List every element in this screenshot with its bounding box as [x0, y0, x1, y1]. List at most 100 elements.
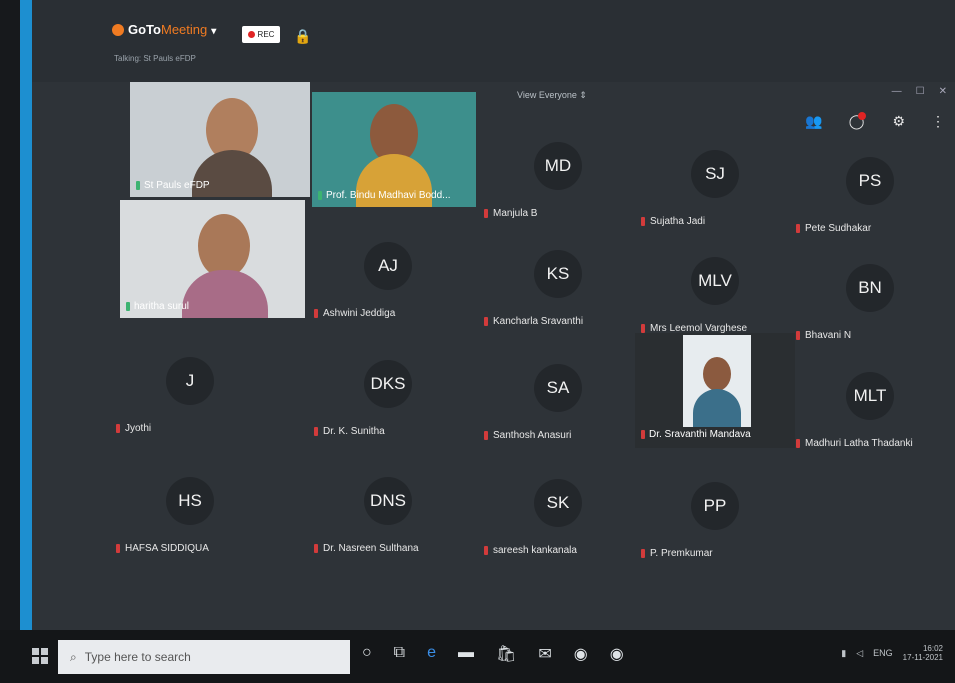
view-selector[interactable]: View Everyone ⇕: [517, 90, 587, 101]
more-icon[interactable]: ⋮: [931, 113, 945, 130]
task-view-icon[interactable]: ⧉: [394, 644, 405, 664]
participant-name: Kancharla Sravanthi: [493, 316, 584, 327]
edge-icon[interactable]: e: [427, 644, 436, 664]
participant-name: Manjula B: [493, 208, 538, 219]
participant-name: sareesh kankanala: [493, 545, 577, 556]
participant-avatar: AJ: [364, 242, 412, 290]
participant-tile[interactable]: DNS Dr. Nasreen Sulthana: [308, 455, 468, 570]
participant-name: Dr. Nasreen Sulthana: [323, 543, 419, 554]
participant-name: haritha surul: [134, 301, 190, 312]
participant-tile[interactable]: SJ Sujatha Jadi: [635, 128, 795, 243]
record-dot-icon: [247, 31, 255, 38]
participant-video: [198, 214, 250, 278]
window-accent-bar: [20, 0, 32, 683]
language-indicator[interactable]: ENG: [873, 648, 893, 658]
mic-muted-icon: [314, 309, 318, 318]
volume-icon[interactable]: ◁: [856, 648, 863, 659]
chevron-updown-icon: ⇕: [579, 90, 587, 100]
video-name-tag: haritha surul: [126, 301, 189, 312]
video-tile[interactable]: Dr. Sravanthi Mandava: [635, 333, 795, 448]
video-tile[interactable]: Prof. Bindu Madhavi Bodd...: [312, 92, 476, 207]
close-icon[interactable]: ✕: [939, 86, 947, 97]
settings-icon[interactable]: ⚙: [892, 113, 905, 130]
mic-icon: [126, 302, 130, 311]
video-tile[interactable]: haritha surul: [120, 200, 305, 318]
brand-secondary: Meeting: [160, 22, 208, 37]
participant-avatar: DKS: [364, 360, 412, 408]
video-tile[interactable]: St Pauls eFDP: [130, 82, 310, 197]
view-selector-label: View Everyone: [517, 90, 577, 100]
mic-muted-icon: [484, 209, 488, 218]
participant-name: Sujatha Jadi: [650, 216, 706, 227]
taskbar-apps: ○ ⧉ e ▬ 🛍 ✉ ◉ ◉: [362, 644, 624, 664]
mic-muted-icon: [484, 317, 488, 326]
lock-icon[interactable]: 🔒: [294, 28, 311, 45]
windows-start-icon[interactable]: [32, 648, 48, 664]
participant-tile[interactable]: BN Bhavani N: [790, 242, 950, 357]
meeting-toolbar: 👥 ◯ ⚙ ⋮: [805, 112, 945, 130]
participant-tile[interactable]: KS Kancharla Sravanthi: [478, 228, 638, 343]
mic-muted-icon: [796, 331, 800, 340]
chrome-profile-icon[interactable]: ◉: [610, 644, 624, 664]
goto-logo-icon: [112, 24, 124, 36]
participant-tile[interactable]: HS HAFSA SIDDIQUA: [110, 455, 270, 570]
record-button[interactable]: REC: [242, 26, 280, 43]
participant-avatar: PS: [846, 157, 894, 205]
search-placeholder: Type here to search: [84, 650, 191, 664]
mic-muted-icon: [116, 424, 120, 433]
participant-tile[interactable]: DKS Dr. K. Sunitha: [308, 338, 468, 453]
talking-indicator: Talking: St Pauls eFDP: [114, 54, 196, 63]
record-label: REC: [257, 30, 275, 39]
chrome-icon[interactable]: ◉: [574, 644, 588, 664]
participant-avatar: MLV: [691, 257, 739, 305]
mic-muted-icon: [641, 217, 645, 226]
mic-muted-icon: [314, 544, 318, 553]
participant-avatar: DNS: [364, 477, 412, 525]
participant-tile[interactable]: AJ Ashwini Jeddiga: [308, 220, 468, 335]
file-explorer-icon[interactable]: ▬: [458, 644, 474, 664]
chevron-down-icon: ▾: [211, 26, 217, 37]
mic-muted-icon: [641, 430, 645, 439]
participant-name: Bhavani N: [805, 330, 852, 341]
clock[interactable]: 16:02 17-11-2021: [903, 644, 943, 662]
participant-avatar: HS: [166, 477, 214, 525]
attendees-icon[interactable]: 👥: [805, 113, 822, 130]
notification-badge: [858, 112, 867, 120]
participant-avatar: SJ: [691, 150, 739, 198]
app-menu[interactable]: GoToMeeting ▾: [112, 22, 216, 37]
participant-name: Dr. K. Sunitha: [323, 426, 385, 437]
clock-time: 16:02: [922, 644, 943, 653]
network-icon[interactable]: ▮: [841, 648, 846, 659]
search-icon: ⌕: [70, 649, 77, 664]
participant-video: [683, 335, 751, 427]
chat-icon[interactable]: ◯: [849, 112, 867, 130]
participant-name: Prof. Bindu Madhavi Bodd...: [326, 190, 451, 201]
participant-avatar: J: [166, 357, 214, 405]
participant-tile[interactable]: J Jyothi: [110, 335, 270, 450]
mic-muted-icon: [484, 546, 488, 555]
system-tray: ▮ ◁ ENG 16:02 17-11-2021: [841, 644, 943, 662]
mic-muted-icon: [641, 324, 645, 333]
participant-avatar: PP: [691, 482, 739, 530]
participant-tile[interactable]: MD Manjula B: [478, 120, 638, 235]
participant-tile[interactable]: PP P. Premkumar: [635, 460, 795, 575]
mic-muted-icon: [641, 549, 645, 558]
participant-name: Ashwini Jeddiga: [323, 308, 396, 319]
mail-icon[interactable]: ✉: [538, 644, 551, 664]
minimize-icon[interactable]: —: [892, 86, 902, 97]
participant-name: St Pauls eFDP: [144, 180, 210, 191]
video-name-tag: Prof. Bindu Madhavi Bodd...: [318, 190, 451, 201]
participant-tile[interactable]: SA Santhosh Anasuri: [478, 342, 638, 457]
participant-name: HAFSA SIDDIQUA: [125, 543, 209, 554]
participant-name: P. Premkumar: [650, 548, 713, 559]
cortana-icon[interactable]: ○: [362, 644, 372, 664]
taskbar-search[interactable]: ⌕ Type here to search: [58, 640, 350, 674]
video-name-tag: St Pauls eFDP: [136, 180, 210, 191]
participant-avatar: MD: [534, 142, 582, 190]
participant-tile[interactable]: MLT Madhuri Latha Thadanki: [790, 350, 950, 465]
participant-tile[interactable]: SK sareesh kankanala: [478, 457, 638, 572]
participant-avatar: KS: [534, 250, 582, 298]
store-icon[interactable]: 🛍: [496, 644, 516, 664]
participant-tile[interactable]: PS Pete Sudhakar: [790, 135, 950, 250]
maximize-icon[interactable]: ☐: [916, 86, 925, 97]
